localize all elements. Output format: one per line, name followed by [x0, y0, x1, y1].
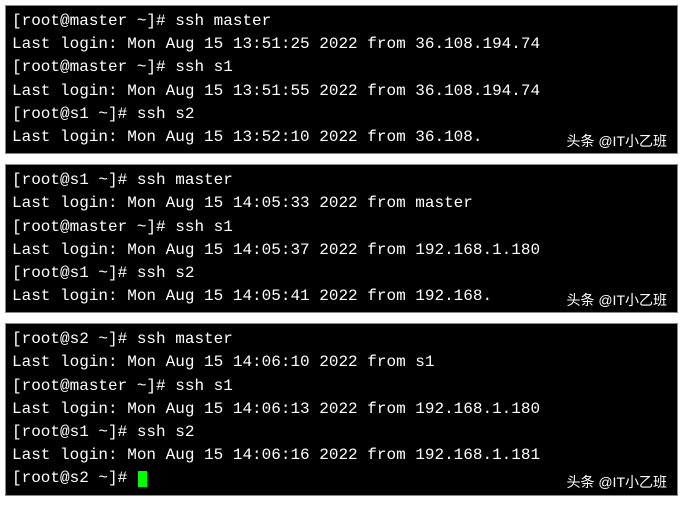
watermark: 头条 @IT小乙班 [564, 472, 669, 492]
terminal-line: [root@s1 ~]# ssh s2 [12, 103, 671, 126]
terminal-line: [root@master ~]# ssh s1 [12, 216, 671, 239]
login-message: Last login: Mon Aug 15 14:06:16 2022 fro… [12, 446, 540, 464]
login-message: Last login: Mon Aug 15 14:05:33 2022 fro… [12, 194, 473, 212]
terminal-block-2[interactable]: [root@s2 ~]# ssh master Last login: Mon A… [5, 323, 678, 495]
watermark: 头条 @IT小乙班 [564, 290, 669, 310]
watermark-label: 头条 @IT小乙班 [566, 472, 667, 492]
shell-command: ssh s1 [175, 377, 233, 395]
login-message: Last login: Mon Aug 15 13:51:25 2022 fro… [12, 35, 540, 53]
terminal-line: [root@s1 ~]# ssh master [12, 169, 671, 192]
terminal-line: [root@s1 ~]# ssh s2 [12, 421, 671, 444]
shell-prompt: [root@s1 ~]# [12, 171, 137, 189]
shell-prompt: [root@master ~]# [12, 218, 175, 236]
terminal-line: Last login: Mon Aug 15 13:51:55 2022 fro… [12, 80, 671, 103]
terminal-line: Last login: Mon Aug 15 14:06:10 2022 fro… [12, 351, 671, 374]
shell-prompt: [root@s1 ~]# [12, 264, 137, 282]
shell-prompt: [root@s1 ~]# [12, 423, 137, 441]
terminal-block-0[interactable]: [root@master ~]# ssh master Last login: M… [5, 5, 678, 154]
watermark-label: 头条 @IT小乙班 [566, 131, 667, 151]
cursor-icon [138, 471, 147, 487]
shell-prompt: [root@master ~]# [12, 58, 175, 76]
shell-command: ssh s2 [137, 105, 195, 123]
shell-command: ssh master [137, 171, 233, 189]
watermark-label: 头条 @IT小乙班 [566, 290, 667, 310]
terminal-line: [root@master ~]# ssh master [12, 10, 671, 33]
shell-command: ssh master [175, 12, 271, 30]
terminal-line: Last login: Mon Aug 15 14:05:37 2022 fro… [12, 239, 671, 262]
shell-prompt: [root@s1 ~]# [12, 105, 137, 123]
shell-command: ssh s2 [137, 423, 195, 441]
terminal-line: [root@master ~]# ssh s1 [12, 375, 671, 398]
shell-command: ssh master [137, 330, 233, 348]
login-message: Last login: Mon Aug 15 14:06:13 2022 fro… [12, 400, 540, 418]
login-message: Last login: Mon Aug 15 13:52:10 2022 fro… [12, 128, 482, 146]
terminal-line: Last login: Mon Aug 15 14:06:13 2022 fro… [12, 398, 671, 421]
shell-prompt: [root@s2 ~]# [12, 330, 137, 348]
login-message: Last login: Mon Aug 15 14:05:41 2022 fro… [12, 287, 492, 305]
terminal-line: Last login: Mon Aug 15 14:05:33 2022 fro… [12, 192, 671, 215]
terminal-line: [root@master ~]# ssh s1 [12, 56, 671, 79]
shell-prompt: [root@s2 ~]# [12, 469, 137, 487]
terminal-line: Last login: Mon Aug 15 14:06:16 2022 fro… [12, 444, 671, 467]
shell-command: ssh s1 [175, 58, 233, 76]
terminal-line: [root@s2 ~]# ssh master [12, 328, 671, 351]
shell-prompt: [root@master ~]# [12, 12, 175, 30]
login-message: Last login: Mon Aug 15 14:05:37 2022 fro… [12, 241, 540, 259]
shell-command: ssh s2 [137, 264, 195, 282]
terminal-line: [root@s1 ~]# ssh s2 [12, 262, 671, 285]
terminal-block-1[interactable]: [root@s1 ~]# ssh master Last login: Mon A… [5, 164, 678, 313]
terminal-line: Last login: Mon Aug 15 13:51:25 2022 fro… [12, 33, 671, 56]
shell-command: ssh s1 [175, 218, 233, 236]
login-message: Last login: Mon Aug 15 13:51:55 2022 fro… [12, 82, 540, 100]
shell-prompt: [root@master ~]# [12, 377, 175, 395]
watermark: 头条 @IT小乙班 [564, 131, 669, 151]
login-message: Last login: Mon Aug 15 14:06:10 2022 fro… [12, 353, 434, 371]
